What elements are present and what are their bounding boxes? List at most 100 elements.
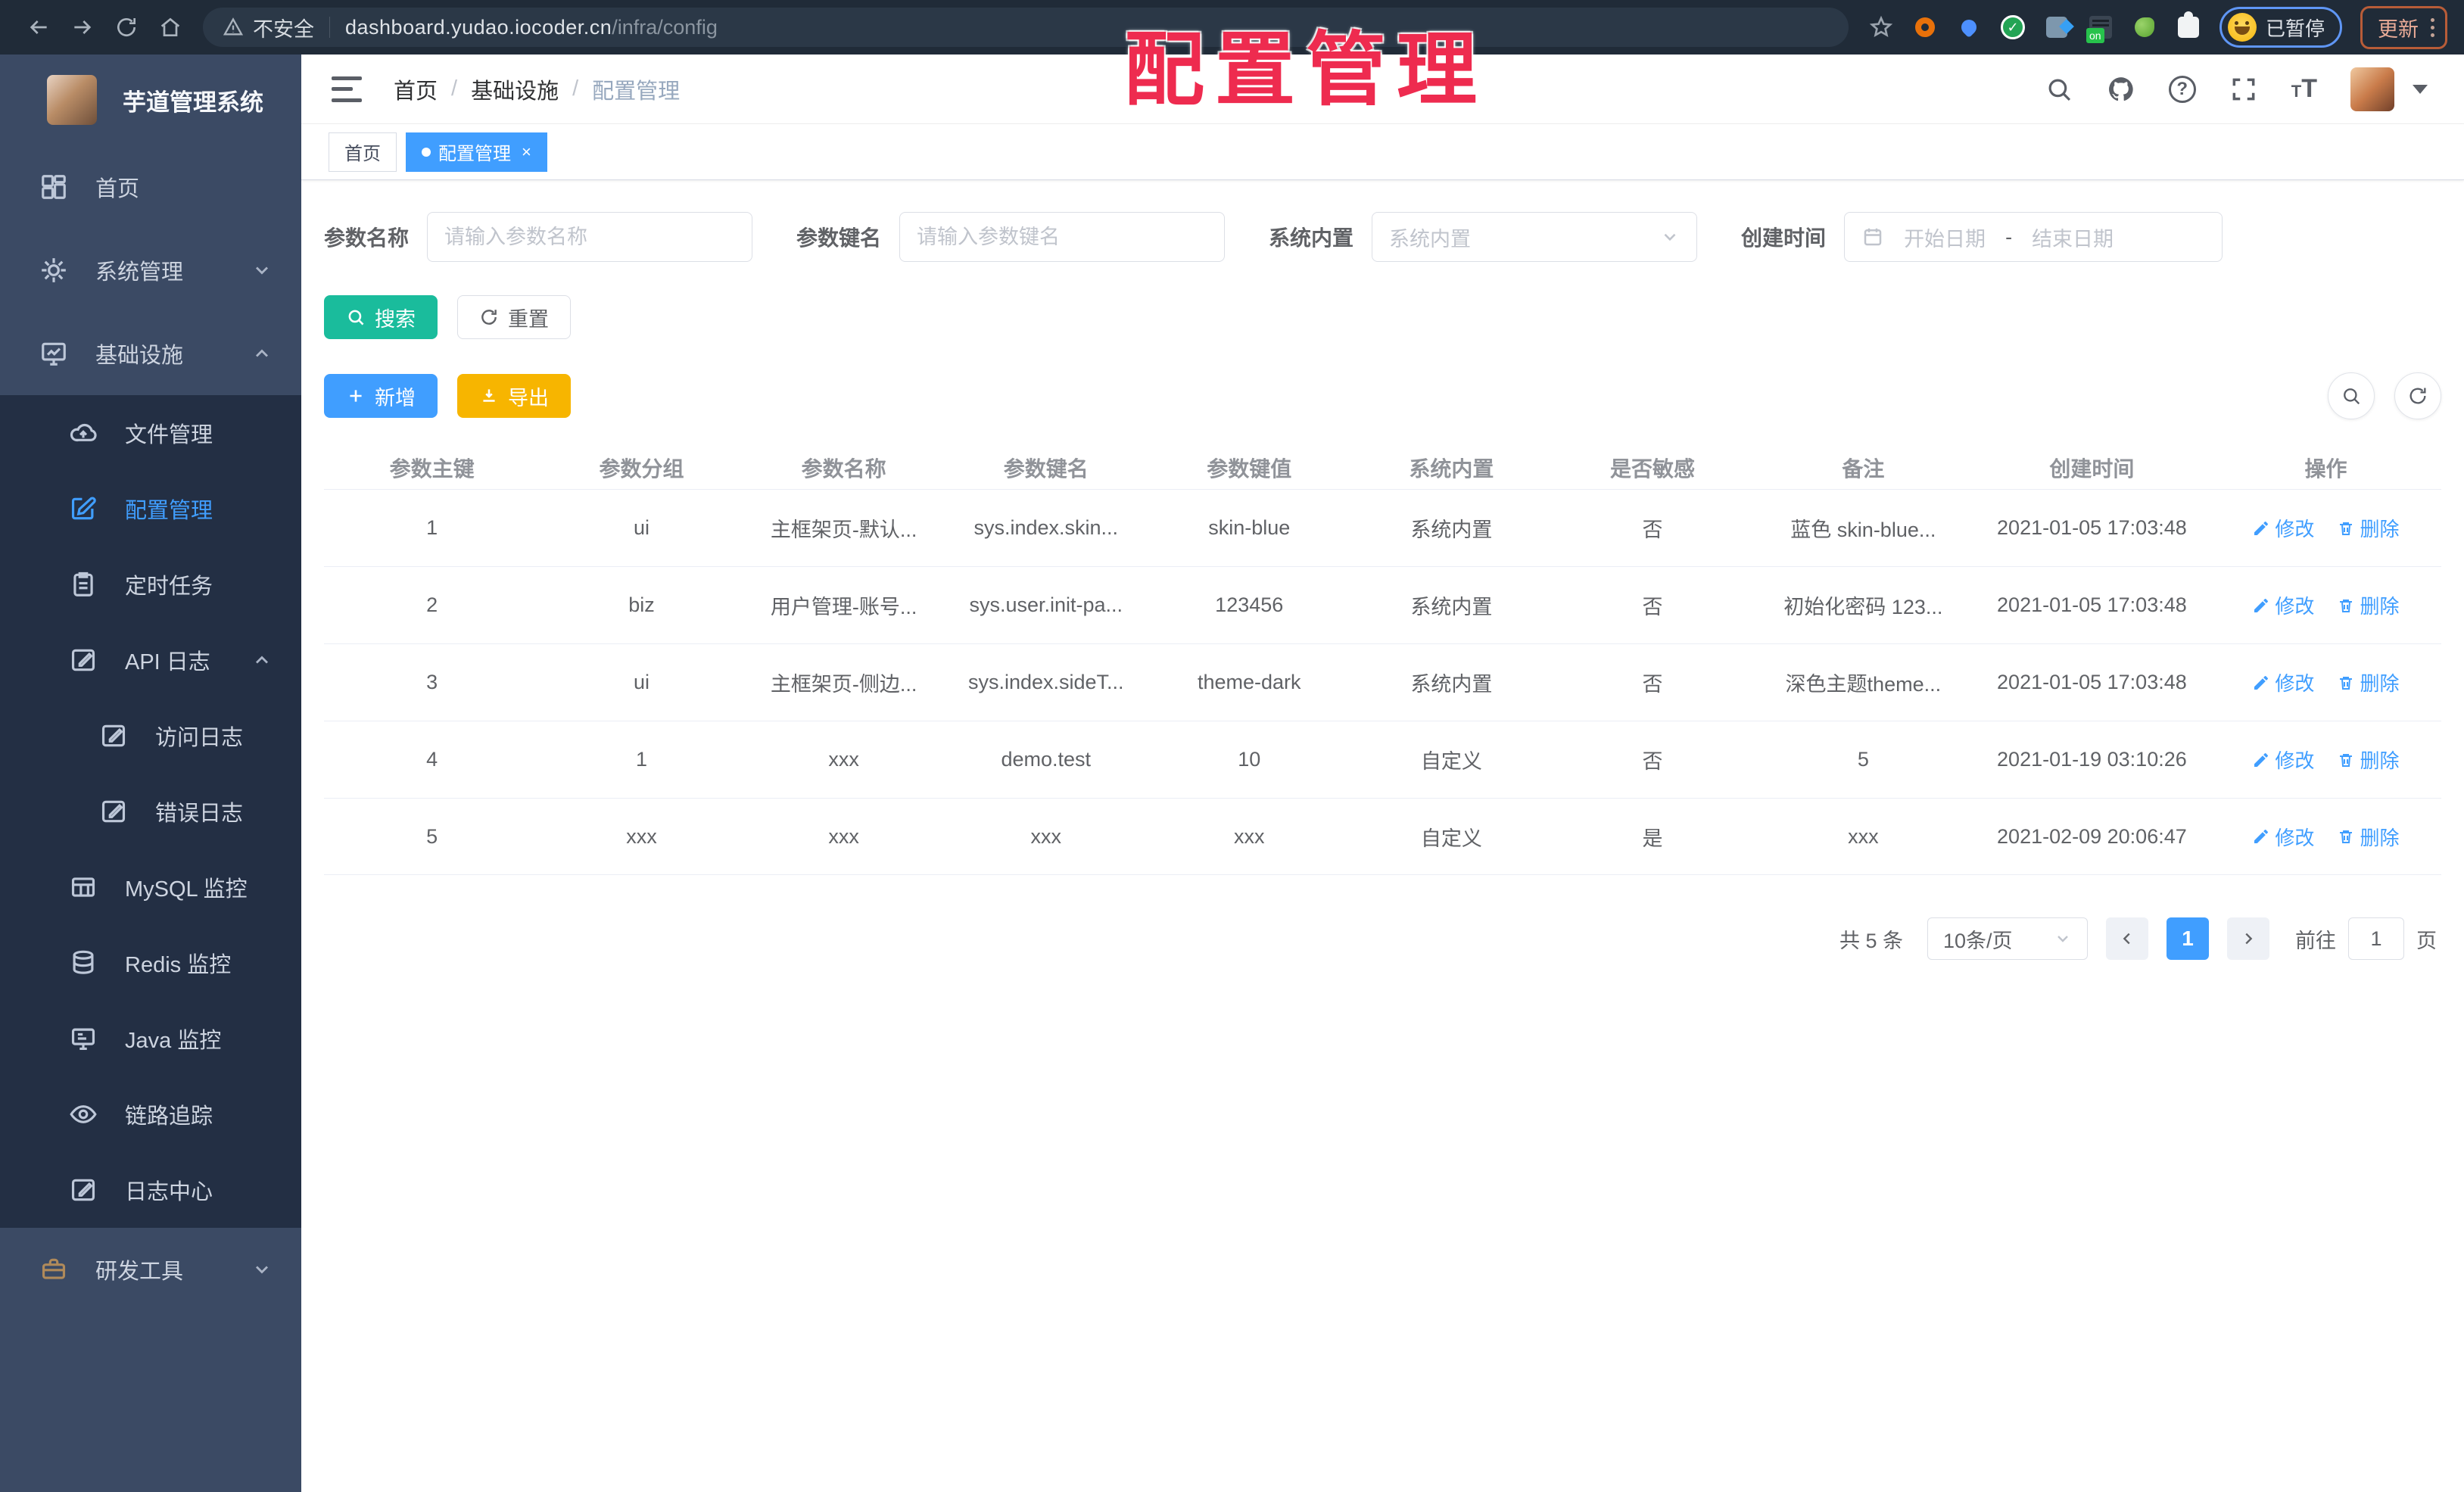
sidebar-item-java-monitor[interactable]: Java 监控 bbox=[0, 1001, 301, 1076]
sidebar-item-log-center[interactable]: 日志中心 bbox=[0, 1152, 301, 1228]
edit-row-button[interactable]: 修改 bbox=[2252, 514, 2314, 542]
table-row[interactable]: 5 xxx xxx xxx xxx 自定义 是 xxx 2021-02-09 2… bbox=[324, 798, 2441, 875]
extension-puzzle-blue-icon[interactable] bbox=[2044, 14, 2070, 40]
sidebar-item-config-management[interactable]: 配置管理 bbox=[0, 471, 301, 547]
search-icon[interactable] bbox=[2045, 75, 2073, 104]
sidebar-item-error-logs[interactable]: 错误日志 bbox=[0, 774, 301, 849]
sidebar-item-access-logs[interactable]: 访问日志 bbox=[0, 698, 301, 774]
edit-row-button[interactable]: 修改 bbox=[2252, 668, 2314, 696]
browser-menu-icon[interactable] bbox=[2431, 17, 2434, 37]
sidebar-logo[interactable]: 芋道管理系统 bbox=[0, 55, 301, 145]
next-page-button[interactable] bbox=[2227, 917, 2269, 960]
cloud-upload-icon bbox=[69, 419, 98, 447]
fullscreen-icon[interactable] bbox=[2229, 75, 2258, 104]
col-remark: 备注 bbox=[1842, 457, 1885, 481]
system-builtin-select[interactable]: 系统内置 bbox=[1372, 212, 1698, 262]
edit-row-button[interactable]: 修改 bbox=[2252, 591, 2314, 619]
sidebar-toggle-button[interactable] bbox=[332, 76, 362, 102]
browser-home-button[interactable] bbox=[148, 9, 192, 45]
edit-row-button[interactable]: 修改 bbox=[2252, 823, 2314, 851]
emoji-avatar-icon bbox=[2227, 13, 2257, 42]
extension-on-badge-icon[interactable]: on bbox=[2086, 14, 2114, 43]
delete-row-button[interactable]: 删除 bbox=[2337, 668, 2399, 696]
address-divider bbox=[329, 17, 330, 38]
table-row[interactable]: 1 ui 主框架页-默认... sys.index.skin... skin-b… bbox=[324, 489, 2441, 566]
delete-row-button[interactable]: 删除 bbox=[2337, 514, 2399, 542]
font-size-icon[interactable]: TT bbox=[2291, 74, 2317, 104]
col-param-key: 参数键名 bbox=[1003, 457, 1089, 481]
sidebar-item-home[interactable]: 首页 bbox=[0, 145, 301, 229]
url-path: /infra/config bbox=[612, 15, 718, 39]
refresh-icon bbox=[2409, 388, 2426, 404]
table-row[interactable]: 2 biz 用户管理-账号... sys.user.init-pa... 123… bbox=[324, 566, 2441, 643]
date-range-picker[interactable]: 开始日期 - 结束日期 bbox=[1844, 212, 2223, 262]
sidebar-item-scheduled-tasks[interactable]: 定时任务 bbox=[0, 547, 301, 622]
table-grid-icon bbox=[69, 873, 98, 902]
refresh-table-button[interactable] bbox=[2394, 372, 2441, 419]
date-start-placeholder: 开始日期 bbox=[1904, 227, 1986, 251]
delete-row-button[interactable]: 删除 bbox=[2337, 823, 2399, 851]
help-icon[interactable]: ? bbox=[2168, 75, 2196, 103]
delete-row-button[interactable]: 删除 bbox=[2337, 591, 2399, 619]
param-name-input[interactable] bbox=[427, 212, 753, 262]
bookmark-star-icon[interactable] bbox=[1868, 14, 1894, 40]
sidebar-item-system-management[interactable]: 系统管理 bbox=[0, 229, 301, 312]
app-title: 芋道管理系统 bbox=[123, 89, 263, 116]
note-edit-icon bbox=[99, 721, 128, 750]
browser-back-button[interactable] bbox=[17, 9, 61, 45]
delete-row-button[interactable]: 删除 bbox=[2337, 746, 2399, 774]
sidebar-item-redis-monitor[interactable]: Redis 监控 bbox=[0, 925, 301, 1001]
search-button[interactable]: 搜索 bbox=[324, 295, 438, 339]
sidebar-item-api-logs[interactable]: API 日志 bbox=[0, 622, 301, 698]
sidebar-item-mysql-monitor[interactable]: MySQL 监控 bbox=[0, 849, 301, 925]
logo-avatar bbox=[47, 75, 97, 125]
tab-home[interactable]: 首页 bbox=[329, 132, 397, 172]
breadcrumb-home[interactable]: 首页 bbox=[394, 73, 438, 105]
trash-icon bbox=[2340, 753, 2353, 767]
trash-icon bbox=[2340, 599, 2353, 612]
profile-paused-badge[interactable]: 已暂停 bbox=[2219, 7, 2342, 48]
extension-white-puzzle-icon[interactable] bbox=[2176, 11, 2201, 40]
goto-page-input[interactable] bbox=[2348, 917, 2404, 960]
reset-button[interactable]: 重置 bbox=[457, 295, 571, 339]
note-edit-icon bbox=[99, 797, 128, 826]
export-button[interactable]: 导出 bbox=[457, 374, 571, 418]
chevron-left-icon bbox=[2123, 933, 2130, 945]
toggle-search-button[interactable] bbox=[2328, 372, 2375, 419]
sidebar-item-infrastructure[interactable]: 基础设施 bbox=[0, 312, 301, 395]
refresh-icon bbox=[481, 310, 497, 325]
chevron-down-icon bbox=[2054, 930, 2072, 948]
sidebar-item-dev-tools[interactable]: 研发工具 bbox=[0, 1228, 301, 1311]
paused-label: 已暂停 bbox=[2265, 17, 2325, 40]
browser-reload-button[interactable] bbox=[104, 9, 148, 45]
extension-orange-donut-icon[interactable] bbox=[1912, 14, 1938, 40]
github-icon[interactable] bbox=[2107, 75, 2135, 104]
chevron-right-icon bbox=[2245, 933, 2253, 945]
extension-green-sprout-icon[interactable] bbox=[2132, 14, 2157, 40]
add-button[interactable]: 新增 bbox=[324, 374, 438, 418]
prev-page-button[interactable] bbox=[2106, 917, 2148, 960]
current-page-button[interactable]: 1 bbox=[2167, 917, 2209, 960]
extension-green-check-icon[interactable]: ✓ bbox=[2000, 14, 2026, 40]
edit-row-button[interactable]: 修改 bbox=[2252, 746, 2314, 774]
user-avatar[interactable] bbox=[2350, 67, 2394, 111]
sidebar-item-file-management[interactable]: 文件管理 bbox=[0, 395, 301, 471]
chevron-up-icon bbox=[251, 649, 273, 671]
url-host: dashboard.yudao.iocoder.cn bbox=[345, 15, 612, 39]
address-bar[interactable]: 不安全 dashboard.yudao.iocoder.cn /infra/co… bbox=[203, 8, 1849, 47]
table-row[interactable]: 3 ui 主框架页-侧边... sys.index.sideT... theme… bbox=[324, 643, 2441, 721]
avatar-caret-down-icon[interactable] bbox=[2413, 84, 2428, 94]
sidebar-item-tracing[interactable]: 链路追踪 bbox=[0, 1076, 301, 1152]
table-row[interactable]: 4 1 xxx demo.test 10 自定义 否 5 2021-01-19 … bbox=[324, 721, 2441, 798]
close-tab-icon[interactable]: × bbox=[522, 142, 531, 162]
browser-update-button[interactable]: 更新 bbox=[2360, 5, 2447, 49]
extension-blue-pin-icon[interactable] bbox=[1956, 14, 1982, 40]
page-size-select[interactable]: 10条/页 bbox=[1927, 917, 2088, 960]
param-key-input[interactable] bbox=[899, 212, 1226, 262]
note-edit-icon bbox=[69, 1176, 98, 1204]
breadcrumb-infrastructure[interactable]: 基础设施 bbox=[471, 73, 559, 105]
browser-forward-button[interactable] bbox=[61, 9, 104, 45]
tab-config-management[interactable]: 配置管理 × bbox=[406, 132, 547, 172]
chevron-down-icon bbox=[251, 1259, 273, 1280]
page-unit-label: 页 bbox=[2416, 929, 2437, 952]
